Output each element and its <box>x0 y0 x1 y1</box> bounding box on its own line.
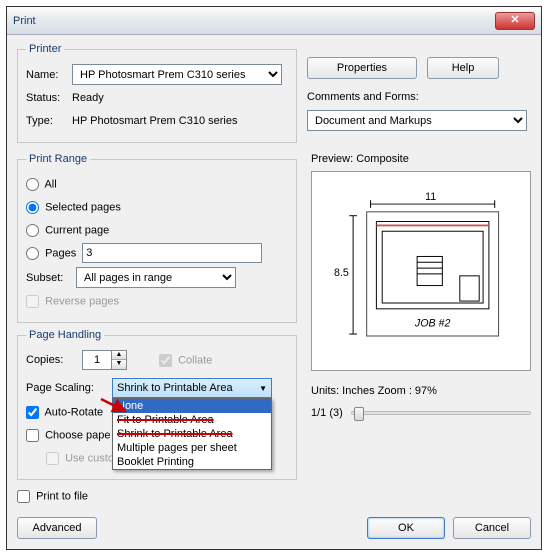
range-all[interactable]: All <box>26 178 57 191</box>
dim-height: 8.5 <box>334 267 349 279</box>
print-to-file-check[interactable]: Print to file <box>17 490 88 503</box>
option-multiple[interactable]: Multiple pages per sheet <box>113 441 271 455</box>
option-shrink[interactable]: Shrink to Printable Area <box>113 427 271 441</box>
range-selected[interactable]: Selected pages <box>26 201 121 214</box>
printer-name-select[interactable]: HP Photosmart Prem C310 series <box>72 64 282 85</box>
printer-legend: Printer <box>26 43 64 55</box>
printer-group: Printer Name: HP Photosmart Prem C310 se… <box>17 43 297 143</box>
preview-label: Preview: Composite <box>311 153 531 165</box>
subset-label: Subset: <box>26 272 70 284</box>
name-label: Name: <box>26 69 66 81</box>
close-button[interactable]: ✕ <box>495 12 535 30</box>
scaling-label: Page Scaling: <box>26 382 106 394</box>
print-range-group: Print Range All Selected pages Current p… <box>17 153 297 323</box>
type-value: HP Photosmart Prem C310 series <box>72 115 237 127</box>
dim-width: 11 <box>425 191 436 203</box>
preview-area: 11 8.5 JOB #2 <box>311 171 531 371</box>
help-button[interactable]: Help <box>427 57 499 79</box>
ok-button[interactable]: OK <box>367 517 445 539</box>
type-label: Type: <box>26 115 66 127</box>
copies-spinner[interactable]: ▲▼ <box>82 350 127 370</box>
option-fit[interactable]: Fit to Printable Area <box>113 413 271 427</box>
cancel-button[interactable]: Cancel <box>453 517 531 539</box>
choose-paper-check[interactable]: Choose pape <box>26 429 111 442</box>
properties-button[interactable]: Properties <box>307 57 417 79</box>
subset-select[interactable]: All pages in range <box>76 267 236 288</box>
reverse-pages: Reverse pages <box>26 295 119 308</box>
scaling-dropdown: None Fit to Printable Area Shrink to Pri… <box>112 398 272 470</box>
status-label: Status: <box>26 92 66 104</box>
range-pages[interactable]: Pages <box>26 247 76 260</box>
status-value: Ready <box>72 92 104 104</box>
page-slider[interactable] <box>351 411 531 415</box>
range-current[interactable]: Current page <box>26 224 109 237</box>
preview-drawing: 11 8.5 JOB #2 <box>324 184 518 358</box>
copies-label: Copies: <box>26 354 76 366</box>
scaling-selected-text: Shrink to Printable Area <box>117 382 233 394</box>
page-scaling-select[interactable]: Shrink to Printable Area ▼ None Fit to P… <box>112 378 272 398</box>
comments-select[interactable]: Document and Markups <box>307 110 527 131</box>
advanced-button[interactable]: Advanced <box>17 517 97 539</box>
dialog-title: Print <box>13 15 495 27</box>
titlebar: Print ✕ <box>7 7 541 35</box>
job-label: JOB #2 <box>414 317 451 329</box>
chevron-down-icon: ▼ <box>259 384 267 393</box>
comments-label: Comments and Forms: <box>307 91 419 103</box>
option-booklet[interactable]: Booklet Printing <box>113 455 271 469</box>
collate-check: Collate <box>159 354 212 367</box>
page-handling-group: Page Handling Copies: ▲▼ Collate Page Sc… <box>17 329 297 480</box>
autorotate-check[interactable]: Auto-Rotate <box>26 406 103 419</box>
range-legend: Print Range <box>26 153 90 165</box>
page-indicator: 1/1 (3) <box>311 407 343 419</box>
spin-up-icon[interactable]: ▲ <box>112 351 126 360</box>
slider-thumb[interactable] <box>354 407 364 421</box>
pages-input[interactable] <box>82 243 262 263</box>
units-zoom: Units: Inches Zoom : 97% <box>311 385 531 397</box>
copies-input[interactable] <box>82 350 112 370</box>
handling-legend: Page Handling <box>26 329 104 341</box>
spin-down-icon[interactable]: ▼ <box>112 360 126 369</box>
option-none[interactable]: None <box>113 399 271 413</box>
